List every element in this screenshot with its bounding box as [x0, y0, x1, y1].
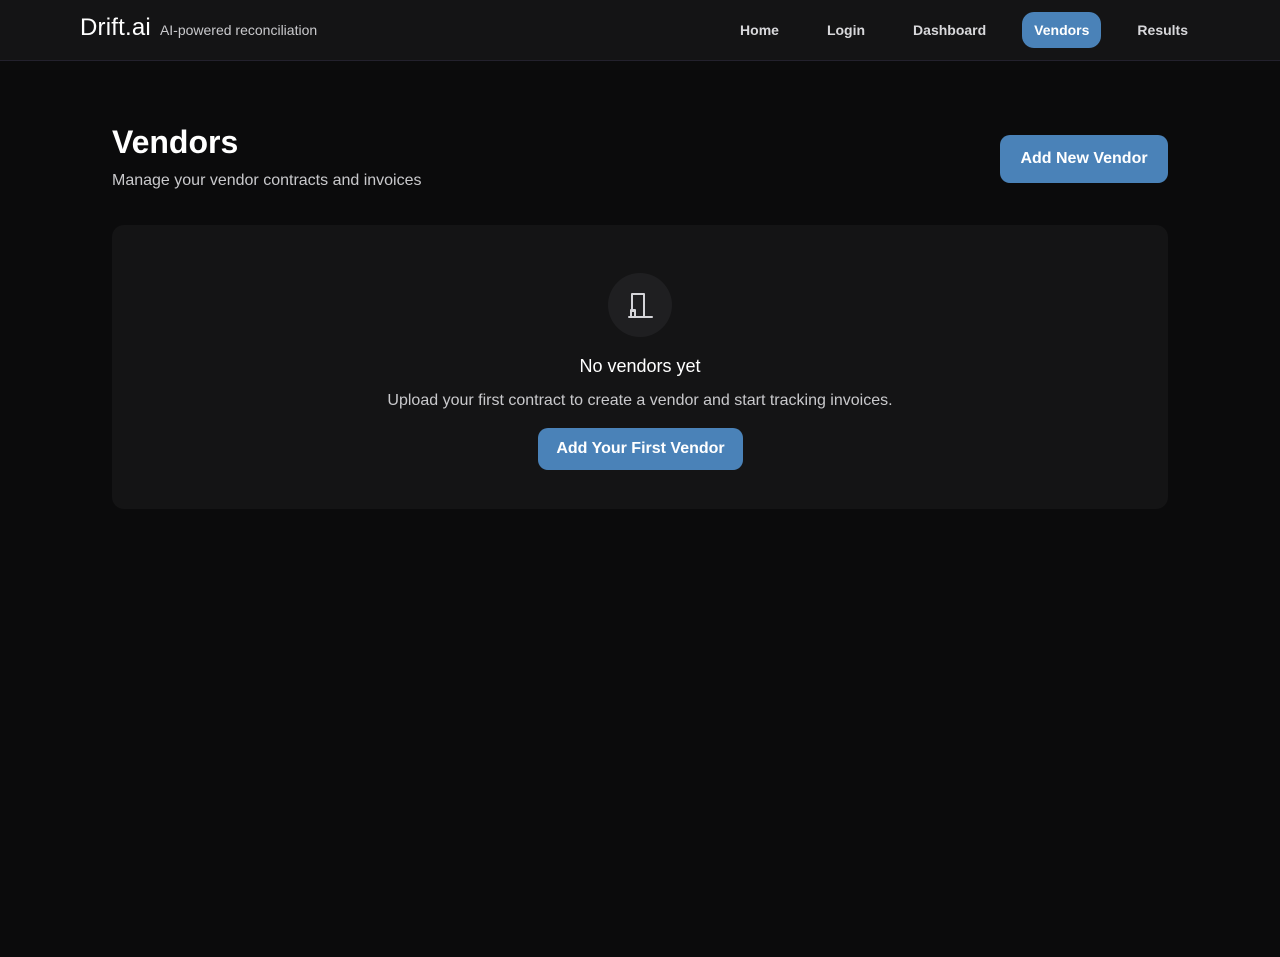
page-subtitle: Manage your vendor contracts and invoice… — [112, 172, 422, 189]
nav-dashboard[interactable]: Dashboard — [901, 12, 998, 48]
building-icon — [628, 293, 653, 318]
nav-login[interactable]: Login — [815, 12, 877, 48]
empty-state-description: Upload your first contract to create a v… — [387, 392, 893, 409]
brand: Drift.ai AI-powered reconciliation — [80, 14, 317, 42]
page-title: Vendors — [112, 124, 239, 160]
empty-state-title: No vendors yet — [579, 356, 701, 376]
empty-state-card: No vendors yet Upload your first contrac… — [112, 225, 1168, 509]
add-new-vendor-button[interactable]: Add New Vendor — [1000, 135, 1168, 183]
nav-results[interactable]: Results — [1125, 12, 1200, 48]
nav-home[interactable]: Home — [728, 12, 791, 48]
add-first-vendor-button[interactable]: Add Your First Vendor — [538, 428, 743, 470]
brand-logo-text[interactable]: Drift.ai — [80, 14, 151, 42]
main-nav: Home Login Dashboard Vendors Results — [728, 12, 1200, 48]
empty-state-icon-circle — [608, 273, 672, 337]
brand-tagline: AI-powered reconciliation — [159, 22, 318, 38]
nav-vendors[interactable]: Vendors — [1022, 12, 1102, 48]
top-navbar: Drift.ai AI-powered reconciliation Home … — [0, 0, 1280, 61]
